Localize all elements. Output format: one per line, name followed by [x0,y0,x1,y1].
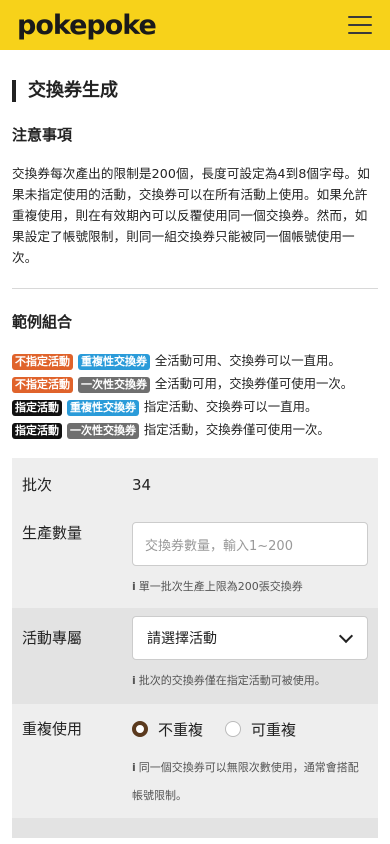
batch-value: 34 [132,476,152,494]
tag-reusable-coupon: 重複性交換券 [66,400,139,416]
example-text: 全活動可用，交換券僅可使用一次。 [154,376,354,391]
tag-unspecified-activity: 不指定活動 [12,354,73,370]
repeat-row: 重複使用 不重複 可重複 i 同一個交換券可以無限次數使用，通常會搭配帳號限制。 [12,704,378,818]
top-bar: pokepoke [0,0,390,50]
activity-hint: i 批次的交換券僅在指定活動可被使用。 [132,674,326,687]
example-row: 不指定活動 一次性交換券 全活動可用，交換券僅可使用一次。 [12,374,378,394]
example-text: 全活動可用、交換券可以一直用。 [154,353,341,368]
examples-heading: 範例組合 [12,313,73,331]
tag-specified-activity: 指定活動 [12,423,62,439]
quantity-row: 生產數量 交換券數量，輸入1~200 i 單一批次生產上限為200張交換券 [12,512,378,608]
coupon-form: 批次 34 生產數量 交換券數量，輸入1~200 i 單一批次生產上限為200張交… [12,458,378,838]
notice-text: 交換券每次產出的限制是200個，長度可設定為4到8個字母。如果未指定使用的活動，… [12,166,370,265]
tag-unspecified-activity: 不指定活動 [12,377,73,393]
page-title: 交換券生成 [12,80,378,102]
quantity-label: 生產數量 [22,524,83,542]
radio-no-repeat-label[interactable]: 不重複 [158,719,203,740]
radio-repeatable[interactable] [225,721,242,737]
activity-row: 活動專屬 請選擇活動 i 批次的交換券僅在指定活動可被使用。 [12,608,378,704]
hamburger-menu-icon[interactable] [348,16,372,34]
example-text: 指定活動、交換券可以一直用。 [143,399,318,414]
example-row: 不指定活動 重複性交換券 全活動可用、交換券可以一直用。 [12,351,378,371]
info-icon: i [132,580,136,593]
app-logo[interactable]: pokepoke [17,10,157,41]
quantity-input[interactable]: 交換券數量，輸入1~200 [132,522,368,566]
activity-select[interactable]: 請選擇活動 [132,616,368,660]
chevron-down-icon [338,628,354,643]
activity-label: 活動專屬 [22,629,83,647]
quantity-hint: i 單一批次生產上限為200張交換券 [132,580,303,593]
example-row: 指定活動 重複性交換券 指定活動、交換券可以一直用。 [12,397,378,417]
tag-single-use-coupon: 一次性交換券 [66,423,139,439]
info-icon: i [132,674,136,687]
activity-select-value: 請選擇活動 [147,631,217,647]
batch-label: 批次 [22,476,53,494]
form-bottom [12,818,378,838]
batch-row: 批次 34 [12,458,378,512]
repeat-radio-group: 不重複 可重複 [132,718,368,740]
divider [12,288,378,289]
notice-heading: 注意事項 [12,126,73,144]
tag-single-use-coupon: 一次性交換券 [77,377,150,393]
repeat-label: 重複使用 [22,720,83,738]
tag-specified-activity: 指定活動 [12,400,62,416]
examples-list: 不指定活動 重複性交換券 全活動可用、交換券可以一直用。 不指定活動 一次性交換… [12,351,378,440]
info-icon: i [132,761,136,774]
radio-repeatable-label[interactable]: 可重複 [251,719,296,740]
example-row: 指定活動 一次性交換券 指定活動，交換券僅可使用一次。 [12,420,378,440]
main-content: 交換券生成 注意事項 交換券每次產出的限制是200個，長度可設定為4到8個字母。… [0,80,390,838]
example-text: 指定活動，交換券僅可使用一次。 [143,422,330,437]
tag-reusable-coupon: 重複性交換券 [77,354,150,370]
radio-no-repeat[interactable] [132,721,148,737]
repeat-hint: i 同一個交換券可以無限次數使用，通常會搭配帳號限制。 [132,761,359,802]
